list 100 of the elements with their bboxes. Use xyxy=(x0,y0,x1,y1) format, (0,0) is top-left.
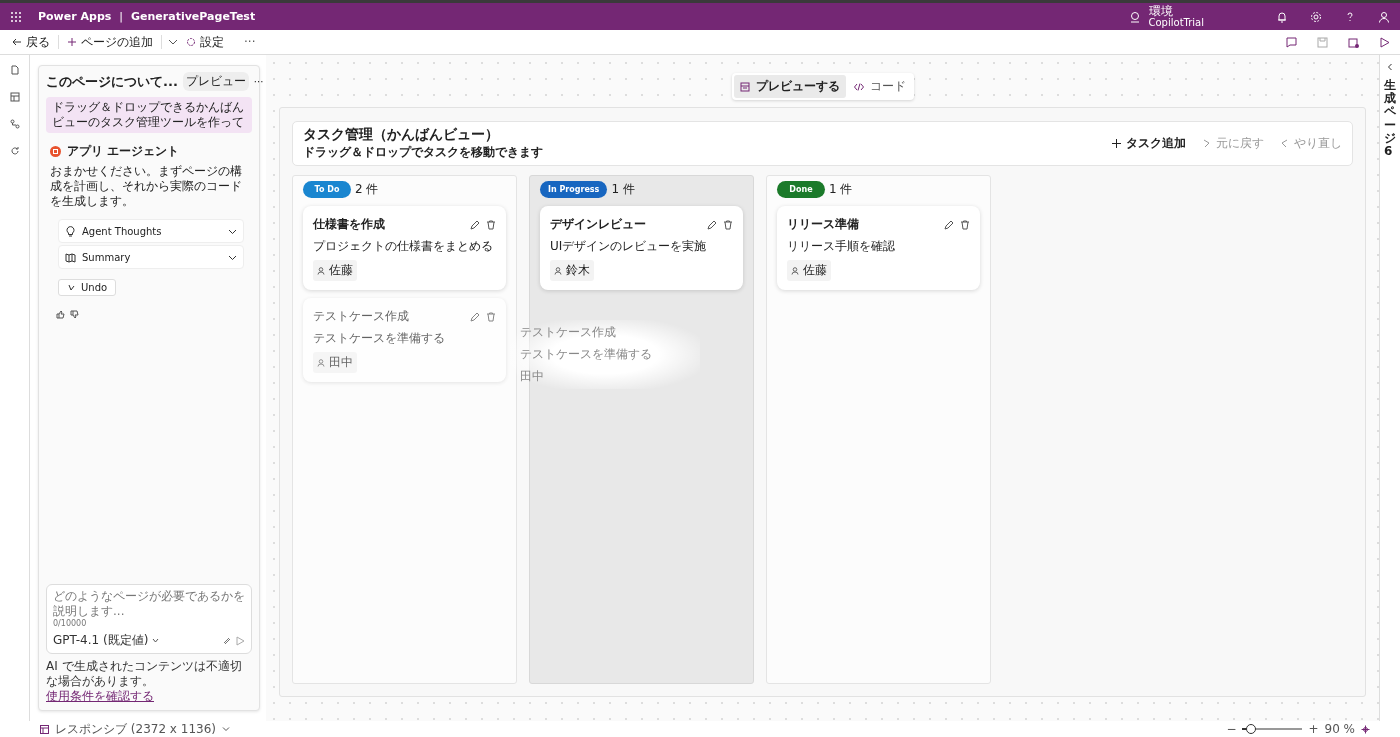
task-count: 2 件 xyxy=(355,181,379,198)
model-dropdown[interactable]: GPT-4.1 (既定値) xyxy=(53,632,149,649)
environment-icon xyxy=(1128,10,1141,23)
assignee-name: 佐藤 xyxy=(329,262,353,279)
task-description: UIデザインのレビューを実施 xyxy=(550,238,708,255)
edit-icon[interactable] xyxy=(944,219,954,230)
person-icon xyxy=(317,266,325,275)
task-title: テストケース作成 xyxy=(520,324,617,341)
person-icon xyxy=(554,266,562,275)
accordion-item[interactable]: Agent Thoughts xyxy=(58,219,244,243)
task-title: 仕様書を作成 xyxy=(313,216,385,233)
task-description: テストケースを準備する xyxy=(520,346,653,363)
side-panel-label[interactable]: 生成ページ6 xyxy=(1384,79,1396,159)
assignee-name: 田中 xyxy=(520,368,544,385)
app-brand: Power Apps xyxy=(38,10,112,23)
agent-name: アプリ エージェント xyxy=(67,143,180,160)
layout-icon[interactable] xyxy=(40,724,49,734)
assignee-name: 鈴木 xyxy=(566,262,590,279)
data-icon[interactable] xyxy=(9,92,20,102)
task-card[interactable]: 仕様書を作成 プロジェクトの仕様書をまとめる 佐藤 xyxy=(303,206,506,290)
user-prompt: ドラッグ＆ドロップできるかんばんビューのタスク管理ツールを作って xyxy=(46,97,252,133)
environment-name[interactable]: CopilotTrial xyxy=(1148,16,1204,29)
comment-icon[interactable] xyxy=(1286,36,1297,48)
layout-dropdown[interactable]: レスポンシブ (2372 x 1136) xyxy=(55,720,216,737)
task-card[interactable]: デザインレビュー UIデザインのレビューを実施 鈴木 xyxy=(540,206,743,290)
more-button[interactable]: ··· xyxy=(242,32,258,52)
attach-icon[interactable] xyxy=(222,636,231,645)
accordion-item[interactable]: Summary xyxy=(58,245,244,269)
person-icon xyxy=(791,266,799,275)
assignee-name: 田中 xyxy=(329,354,353,371)
zoom-level: 90 % xyxy=(1324,722,1355,736)
app-name: GenerativePageTest xyxy=(131,10,256,23)
preview-icon xyxy=(739,81,750,92)
plus-icon xyxy=(1112,139,1121,148)
code-icon xyxy=(853,81,864,92)
notification-icon[interactable] xyxy=(1276,10,1288,23)
thumbs-up-icon[interactable] xyxy=(56,310,65,319)
help-icon[interactable] xyxy=(1344,10,1356,23)
title-separator: | xyxy=(119,10,124,23)
board-subtitle: ドラッグ＆ドロップでタスクを移動できます xyxy=(303,144,543,161)
publish-icon[interactable] xyxy=(1348,36,1359,48)
refresh-icon[interactable] xyxy=(9,146,20,156)
flow-icon[interactable] xyxy=(9,119,20,129)
settings-icon[interactable] xyxy=(1310,10,1322,23)
lightbulb-icon xyxy=(65,225,76,237)
person-icon xyxy=(317,358,325,367)
delete-icon[interactable] xyxy=(486,219,496,230)
prompt-input-box[interactable]: どのようなページが必要であるかを説明します... 0/10000 GPT-4.1 (既定値) xyxy=(46,584,252,654)
zoom-out-button[interactable]: − xyxy=(1226,722,1237,736)
task-count: 1 件 xyxy=(829,181,853,198)
plus-icon xyxy=(67,37,77,47)
chevron-down-icon[interactable] xyxy=(168,37,178,47)
edit-icon[interactable] xyxy=(707,219,717,230)
undo-button[interactable]: Undo xyxy=(58,279,117,296)
task-count: 1 件 xyxy=(611,181,635,198)
character-counter: 0/10000 xyxy=(53,619,88,628)
status-pill: Done xyxy=(777,181,825,198)
delete-icon[interactable] xyxy=(486,311,496,322)
status-pill: To Do xyxy=(303,181,351,198)
board-title: タスク管理（かんばんビュー） xyxy=(303,126,500,144)
chevron-left-icon[interactable] xyxy=(1386,63,1394,71)
terms-link[interactable]: 使用条件を確認する xyxy=(46,689,154,703)
add-page-button[interactable]: ページの追加 xyxy=(65,32,155,52)
view-tab[interactable]: プレビューする xyxy=(733,75,846,98)
agent-icon xyxy=(50,146,61,157)
delete-icon[interactable] xyxy=(960,219,970,230)
slider-thumb[interactable] xyxy=(1246,724,1257,734)
task-title: リリース準備 xyxy=(787,216,859,233)
map-icon xyxy=(65,251,76,263)
thumbs-down-icon[interactable] xyxy=(70,310,79,319)
account-icon[interactable] xyxy=(1378,10,1390,23)
status-pill: In Progress xyxy=(540,181,608,198)
assignee-name: 佐藤 xyxy=(803,262,827,279)
edit-icon[interactable] xyxy=(470,311,480,322)
board-action-button[interactable]: タスク追加 xyxy=(1112,135,1186,152)
task-description: テストケースを準備する xyxy=(313,330,446,347)
back-button[interactable]: 戻る xyxy=(10,32,52,52)
zoom-in-button[interactable]: + xyxy=(1308,722,1319,736)
agent-message: おまかせください。まずページの構成を計画し、それから実際のコードを生成します。 xyxy=(50,164,243,209)
disclaimer-text: AI で生成されたコンテンツは不適切な場合があります。 使用条件を確認する xyxy=(46,659,243,704)
preview-badge: プレビュー xyxy=(182,72,249,91)
delete-icon[interactable] xyxy=(723,219,733,230)
task-title: テストケース作成 xyxy=(313,308,409,325)
chevron-down-icon[interactable] xyxy=(152,637,160,644)
task-card[interactable]: リリース準備 リリース手順を確認 佐藤 xyxy=(777,206,980,290)
more-button[interactable]: ··· xyxy=(253,76,264,87)
task-title: デザインレビュー xyxy=(550,216,646,233)
environment-label: 環境 xyxy=(1148,4,1173,17)
fit-icon[interactable] xyxy=(1361,724,1370,734)
edit-icon[interactable] xyxy=(470,219,480,230)
app-launcher-icon[interactable] xyxy=(10,10,22,23)
back-arrow-icon xyxy=(12,37,22,47)
view-tab[interactable]: コード xyxy=(847,75,912,98)
play-icon[interactable] xyxy=(1379,36,1390,48)
panel-title: このページについて... xyxy=(46,72,178,91)
settings-button[interactable]: 設定 xyxy=(184,32,226,52)
task-description: プロジェクトの仕様書をまとめる xyxy=(313,238,494,255)
page-icon[interactable] xyxy=(9,65,20,75)
task-description: リリース手順を確認 xyxy=(787,238,896,255)
task-card[interactable]: テストケース作成 テストケースを準備する 田中 xyxy=(303,298,506,382)
